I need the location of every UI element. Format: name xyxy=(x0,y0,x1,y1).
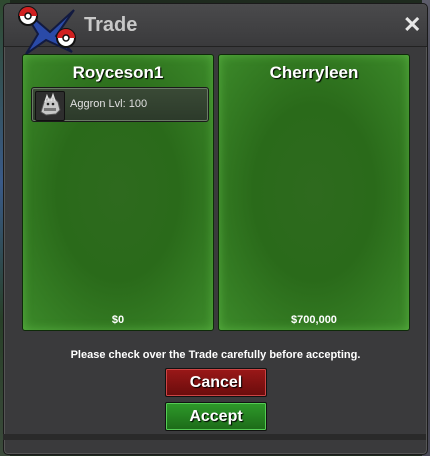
close-button[interactable]: ✕ xyxy=(403,14,421,36)
partner-trainer-name: Cherryleen xyxy=(269,63,359,82)
my-trainer-name: Royceson1 xyxy=(72,63,164,82)
slot-pokemon-level: Lvl: 100 xyxy=(108,98,148,110)
window-bottom-edge xyxy=(3,434,426,440)
partner-money-offer: $700,000 xyxy=(291,314,337,326)
accept-button[interactable]: Accept xyxy=(165,402,267,431)
window-titlebar[interactable]: Trade ✕ xyxy=(4,4,427,55)
window-title: Trade xyxy=(84,14,138,36)
slot-pokemon-label: Aggron Lvl: 100 xyxy=(70,98,147,110)
aggron-sprite-icon xyxy=(35,91,65,121)
slot-pokemon-name: Aggron xyxy=(70,98,106,110)
offer-slot-pokemon[interactable]: Aggron Lvl: 100 xyxy=(31,87,209,122)
my-offer-panel: Royceson1 Aggron Lvl: 100 $0 xyxy=(22,54,214,331)
trade-window: Trade ✕ Royceson1 Aggron Lvl: 100 $0 Che… xyxy=(3,3,428,455)
my-money-offer: $0 xyxy=(111,314,125,326)
trade-notice: Please check over the Trade carefully be… xyxy=(70,349,361,361)
cancel-button[interactable]: Cancel xyxy=(165,368,267,397)
pokeball-logo-icon xyxy=(18,6,76,55)
partner-offer-panel: Cherryleen $700,000 xyxy=(218,54,410,331)
